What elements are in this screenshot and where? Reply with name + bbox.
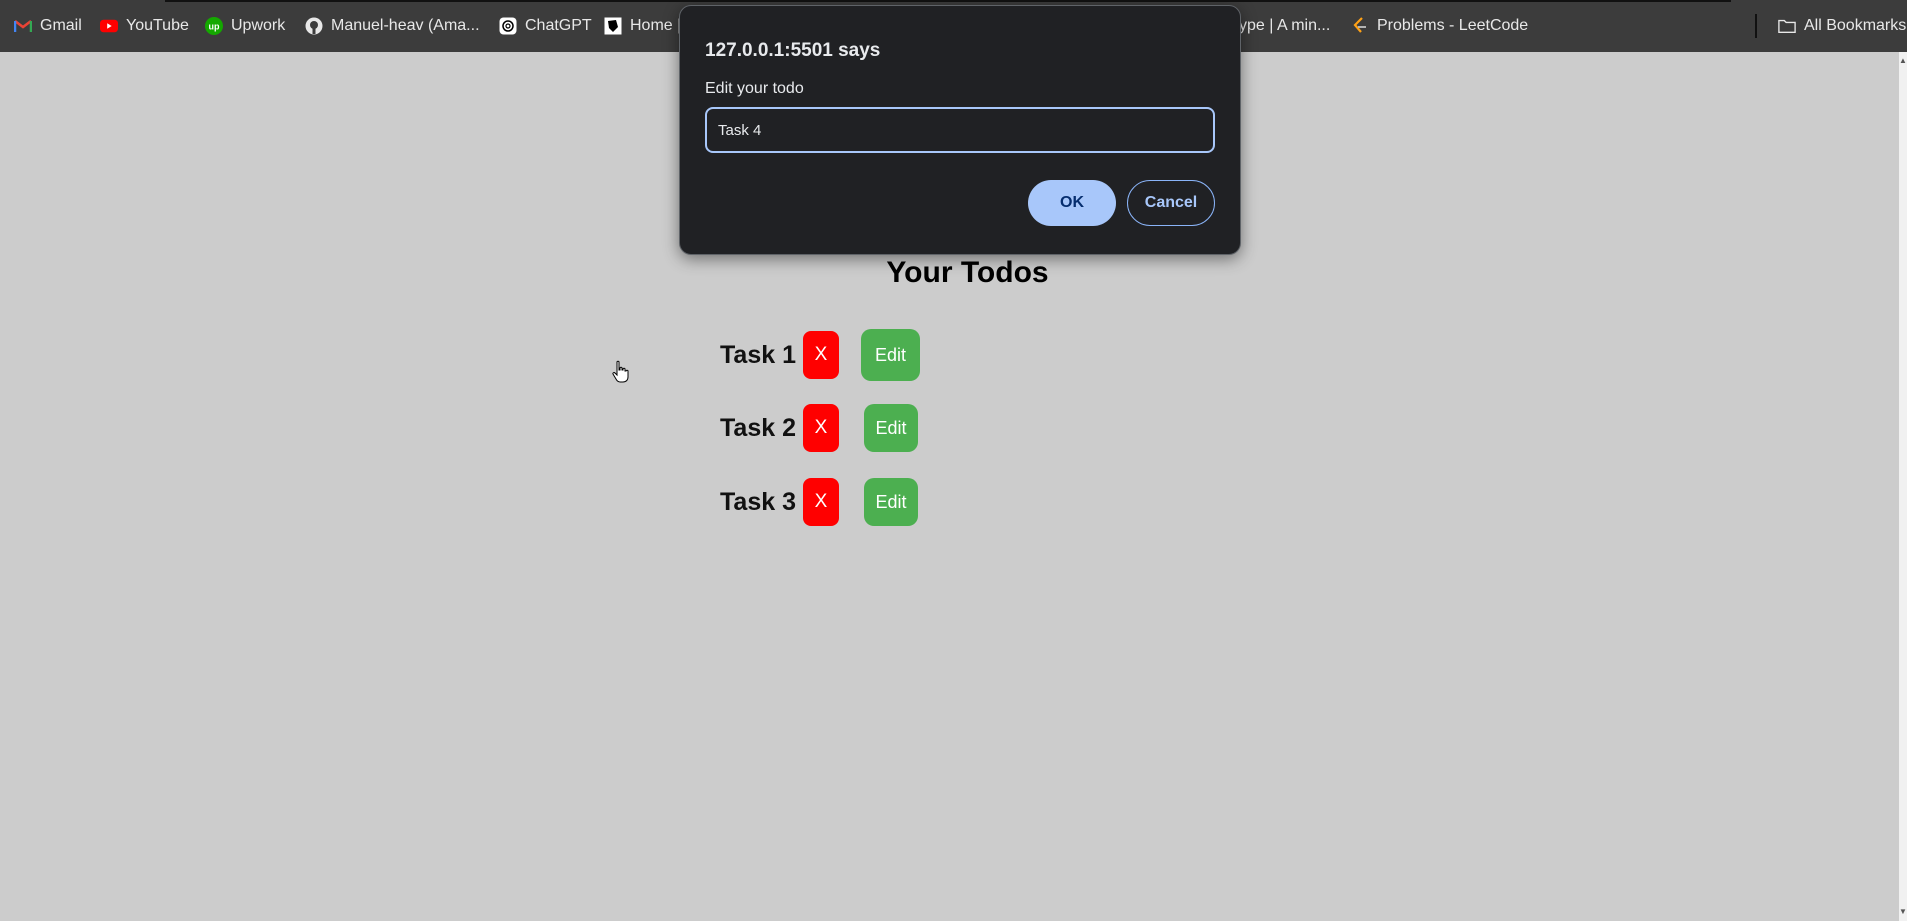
bookmark-github[interactable]: Manuel-heav (Ama...	[305, 14, 480, 38]
tab-strip-edge	[165, 0, 1731, 2]
todo-label: Task 1	[720, 340, 796, 369]
todo-item: Task 2 X Edit	[720, 402, 918, 454]
all-bookmarks-button[interactable]: All Bookmarks	[1778, 14, 1906, 38]
bookmark-label: ype | A min...	[1239, 17, 1331, 34]
github-icon	[305, 17, 323, 35]
page-scrollbar[interactable]: ▲ ▼	[1899, 52, 1907, 921]
dialog-message: Edit your todo	[705, 80, 804, 97]
folder-icon	[1778, 17, 1796, 35]
bookmark-label: YouTube	[126, 17, 189, 34]
bookmark-youtube[interactable]: YouTube	[100, 14, 189, 38]
bookmark-upwork[interactable]: up Upwork	[205, 14, 285, 38]
bookmark-label: Home |	[630, 17, 682, 34]
edit-button[interactable]: Edit	[861, 329, 920, 381]
bookmark-home[interactable]: Home |	[604, 14, 681, 38]
svg-text:up: up	[209, 22, 220, 32]
chatgpt-icon	[499, 17, 517, 35]
bookmark-type[interactable]: ype | A min...	[1239, 14, 1330, 38]
edit-button[interactable]: Edit	[864, 478, 918, 526]
todo-item: Task 3 X Edit	[720, 476, 918, 528]
scroll-down-icon[interactable]: ▼	[1899, 907, 1907, 917]
todo-label: Task 2	[720, 413, 796, 442]
upwork-icon: up	[205, 17, 223, 35]
bookmark-label: Upwork	[231, 17, 286, 34]
all-bookmarks-label: All Bookmarks	[1804, 17, 1907, 34]
bookmark-chatgpt[interactable]: ChatGPT	[499, 14, 592, 38]
home-icon	[604, 17, 622, 35]
youtube-icon	[100, 17, 118, 35]
prompt-dialog: 127.0.0.1:5501 says Edit your todo OK Ca…	[679, 5, 1241, 255]
gmail-icon	[14, 17, 32, 35]
ok-button[interactable]: OK	[1028, 180, 1116, 226]
delete-button[interactable]: X	[803, 478, 839, 526]
leetcode-icon	[1351, 17, 1369, 35]
page-title-text: Your Todos	[886, 256, 1049, 289]
edit-button[interactable]: Edit	[864, 404, 918, 452]
todo-label: Task 3	[720, 487, 796, 516]
edit-todo-input[interactable]	[705, 107, 1215, 153]
bookmark-leetcode[interactable]: Problems - LeetCode	[1351, 14, 1528, 38]
bookmark-label: Gmail	[40, 17, 82, 34]
bookmark-label: Manuel-heav (Ama...	[331, 17, 480, 34]
scroll-up-icon[interactable]: ▲	[1899, 56, 1907, 66]
bookmark-label: ChatGPT	[525, 17, 592, 34]
todo-item: Task 1 X Edit	[720, 329, 920, 381]
page-title: Your Todos	[0, 256, 1907, 290]
delete-button[interactable]: X	[803, 404, 839, 452]
bookmarks-separator	[1755, 14, 1757, 38]
delete-button[interactable]: X	[803, 331, 839, 379]
bookmark-label: Problems - LeetCode	[1377, 17, 1529, 34]
dialog-title: 127.0.0.1:5501 says	[705, 40, 881, 61]
hand-cursor-icon	[612, 360, 629, 383]
cancel-button[interactable]: Cancel	[1127, 180, 1215, 226]
bookmark-gmail[interactable]: Gmail	[14, 14, 82, 38]
